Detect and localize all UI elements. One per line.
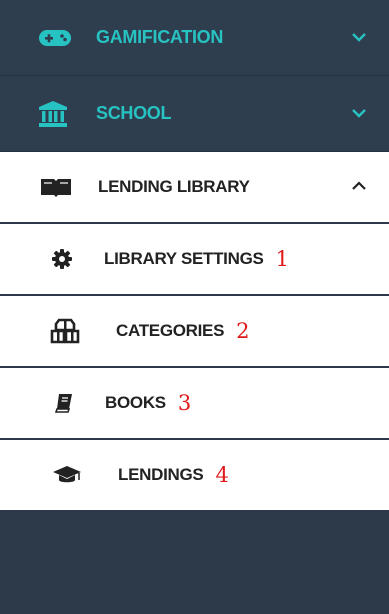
bank-icon <box>38 100 68 128</box>
menu-item-label: LENDING LIBRARY <box>98 177 250 196</box>
menu-item-school[interactable]: SCHOOL <box>0 76 389 152</box>
menu-item-lending-library[interactable]: LENDING LIBRARY <box>0 152 389 224</box>
sidebar-menu: GAMIFICATION SCHOOL LENDING LIBRARY LIBR… <box>0 0 389 614</box>
menu-item-label: SCHOOL <box>96 103 172 123</box>
submenu-item-label: BOOKS <box>105 393 166 412</box>
graduation-cap-icon <box>52 465 82 485</box>
submenu-item-label: CATEGORIES <box>116 321 225 340</box>
submenu-item-label: LIBRARY SETTINGS <box>104 249 264 268</box>
menu-item-label: GAMIFICATION <box>96 27 224 47</box>
cubes-icon <box>50 318 80 344</box>
submenu-item-lendings[interactable]: LENDINGS 4 <box>0 440 389 512</box>
gear-icon <box>52 249 72 269</box>
submenu-item-books[interactable]: BOOKS 3 <box>0 368 389 440</box>
submenu-item-library-settings[interactable]: LIBRARY SETTINGS 1 <box>0 224 389 296</box>
submenu-item-categories[interactable]: CATEGORIES 2 <box>0 296 389 368</box>
menu-item-gamification[interactable]: GAMIFICATION <box>0 0 389 76</box>
open-book-icon <box>40 176 72 198</box>
annotation-number: 3 <box>177 391 192 415</box>
chevron-up-icon[interactable] <box>351 178 367 196</box>
chevron-down-icon[interactable] <box>351 105 367 123</box>
annotation-number: 4 <box>215 463 229 487</box>
chevron-down-icon[interactable] <box>351 29 367 47</box>
submenu-item-label: LENDINGS <box>118 465 204 484</box>
gamepad-icon <box>38 28 72 48</box>
annotation-number: 2 <box>236 319 250 343</box>
book-icon <box>55 393 73 413</box>
annotation-number: 1 <box>275 247 289 271</box>
